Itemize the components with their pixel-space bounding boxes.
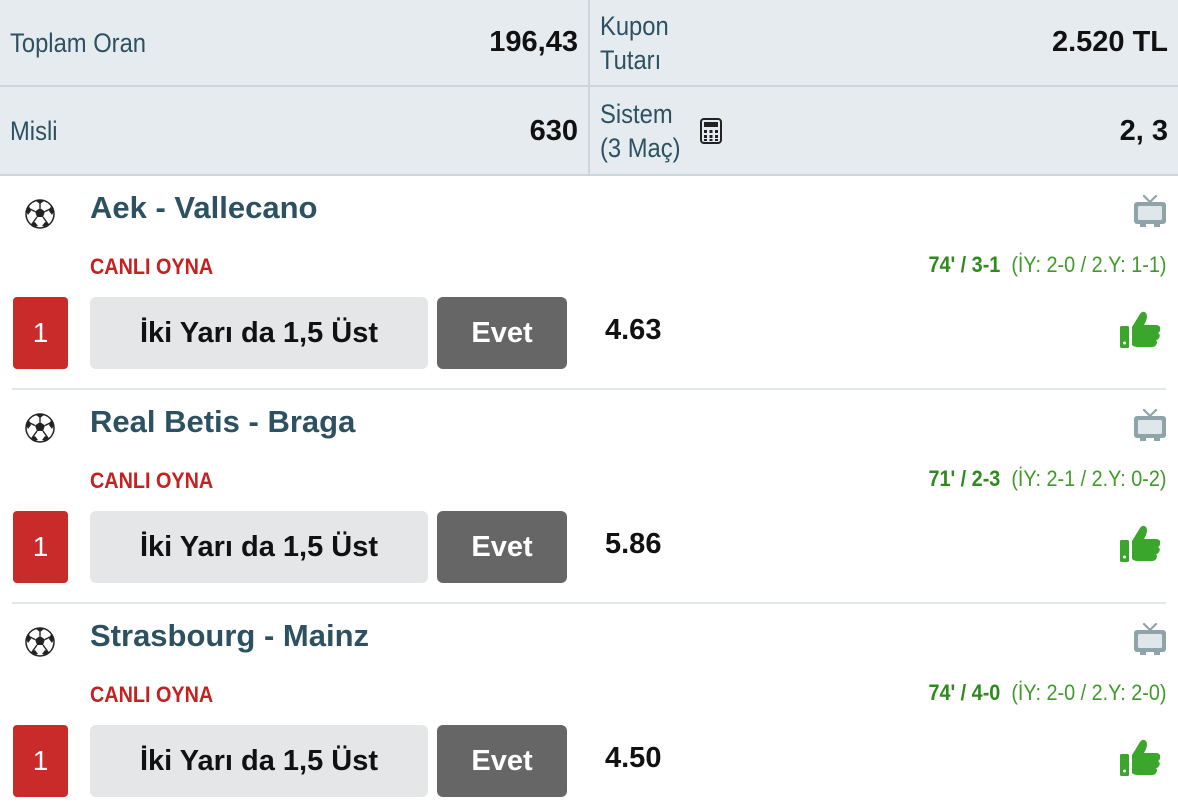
coupon-amount-cell: Kupon Tutarı 2.520 TL: [590, 0, 1178, 85]
coupon-amount-label: Kupon Tutarı: [600, 9, 669, 77]
selection-number-badge: 1: [13, 725, 68, 797]
odd-value: 5.86: [605, 528, 662, 560]
coupon-amount-label-line2: Tutarı: [600, 44, 662, 75]
system-value: 2, 3: [1119, 114, 1168, 147]
tv-icon[interactable]: [1132, 194, 1168, 233]
selection-number-badge: 1: [13, 511, 68, 583]
thumbs-up-icon[interactable]: [1118, 310, 1162, 355]
total-odds-label: Toplam Oran: [10, 27, 147, 58]
market-name: İki Yarı da 1,5 Üst: [90, 725, 428, 797]
summary-divider-vertical: [588, 0, 590, 176]
system-label-line2: (3 Maç): [600, 133, 681, 163]
soccer-ball-icon: [24, 198, 56, 235]
odd-value: 4.63: [605, 314, 662, 346]
market-name: İki Yarı da 1,5 Üst: [90, 297, 428, 369]
coupon-summary: Toplam Oran 196,43 Kupon Tutarı 2.520 TL…: [0, 0, 1178, 176]
live-score: 71' / 2-3 (İY: 2-1 / 2.Y: 0-2): [928, 466, 1166, 492]
multiplier-label: Misli: [10, 116, 58, 146]
live-play-label[interactable]: CANLI OYNA: [90, 254, 213, 280]
live-score: 74' / 4-0 (İY: 2-0 / 2.Y: 2-0): [928, 680, 1166, 706]
thumbs-up-icon[interactable]: [1118, 524, 1162, 569]
minute-score: 74' / 4-0: [927, 680, 1000, 705]
odd-value: 4.50: [605, 742, 662, 774]
multiplier-value: 630: [529, 114, 578, 147]
pick-button[interactable]: Evet: [437, 725, 567, 797]
minute-score: 74' / 3-1: [927, 252, 1000, 277]
total-odds-value: 196,43: [489, 26, 578, 58]
match-row: Real Betis - Braga CANLI OYNA 71' / 2-3 …: [0, 390, 1178, 604]
live-play-label[interactable]: CANLI OYNA: [90, 468, 213, 494]
thumbs-up-icon[interactable]: [1118, 738, 1162, 783]
match-row: Aek - Vallecano CANLI OYNA 74' / 3-1 (İY…: [0, 176, 1178, 390]
total-odds-cell: Toplam Oran 196,43: [0, 0, 588, 85]
tv-icon[interactable]: [1132, 408, 1168, 447]
live-play-label[interactable]: CANLI OYNA: [90, 682, 213, 708]
soccer-ball-icon: [24, 412, 56, 449]
match-title[interactable]: Strasbourg - Mainz: [90, 618, 369, 654]
match-title[interactable]: Real Betis - Braga: [90, 404, 355, 440]
pick-button[interactable]: Evet: [437, 511, 567, 583]
selection-number-badge: 1: [13, 297, 68, 369]
half-scores: (İY: 2-0 / 2.Y: 2-0): [1010, 680, 1166, 705]
pick-button[interactable]: Evet: [437, 297, 567, 369]
match-row: Strasbourg - Mainz CANLI OYNA 74' / 4-0 …: [0, 604, 1178, 810]
market-name: İki Yarı da 1,5 Üst: [90, 511, 428, 583]
coupon-amount-label-line1: Kupon: [600, 10, 669, 41]
tv-icon[interactable]: [1132, 622, 1168, 661]
calculator-icon[interactable]: [700, 118, 722, 149]
system-cell: Sistem (3 Maç) 2, 3: [590, 87, 1178, 175]
match-title[interactable]: Aek - Vallecano: [90, 190, 317, 226]
system-label: Sistem (3 Maç): [600, 97, 681, 165]
live-score: 74' / 3-1 (İY: 2-0 / 2.Y: 1-1): [928, 252, 1166, 278]
half-scores: (İY: 2-0 / 2.Y: 1-1): [1010, 252, 1166, 277]
soccer-ball-icon: [24, 626, 56, 663]
coupon-amount-value: 2.520 TL: [1051, 26, 1168, 58]
summary-divider-horizontal: [0, 85, 1178, 87]
multiplier-cell: Misli 630: [0, 87, 588, 175]
system-label-line1: Sistem: [600, 99, 673, 129]
half-scores: (İY: 2-1 / 2.Y: 0-2): [1010, 466, 1166, 491]
minute-score: 71' / 2-3: [927, 466, 1000, 491]
